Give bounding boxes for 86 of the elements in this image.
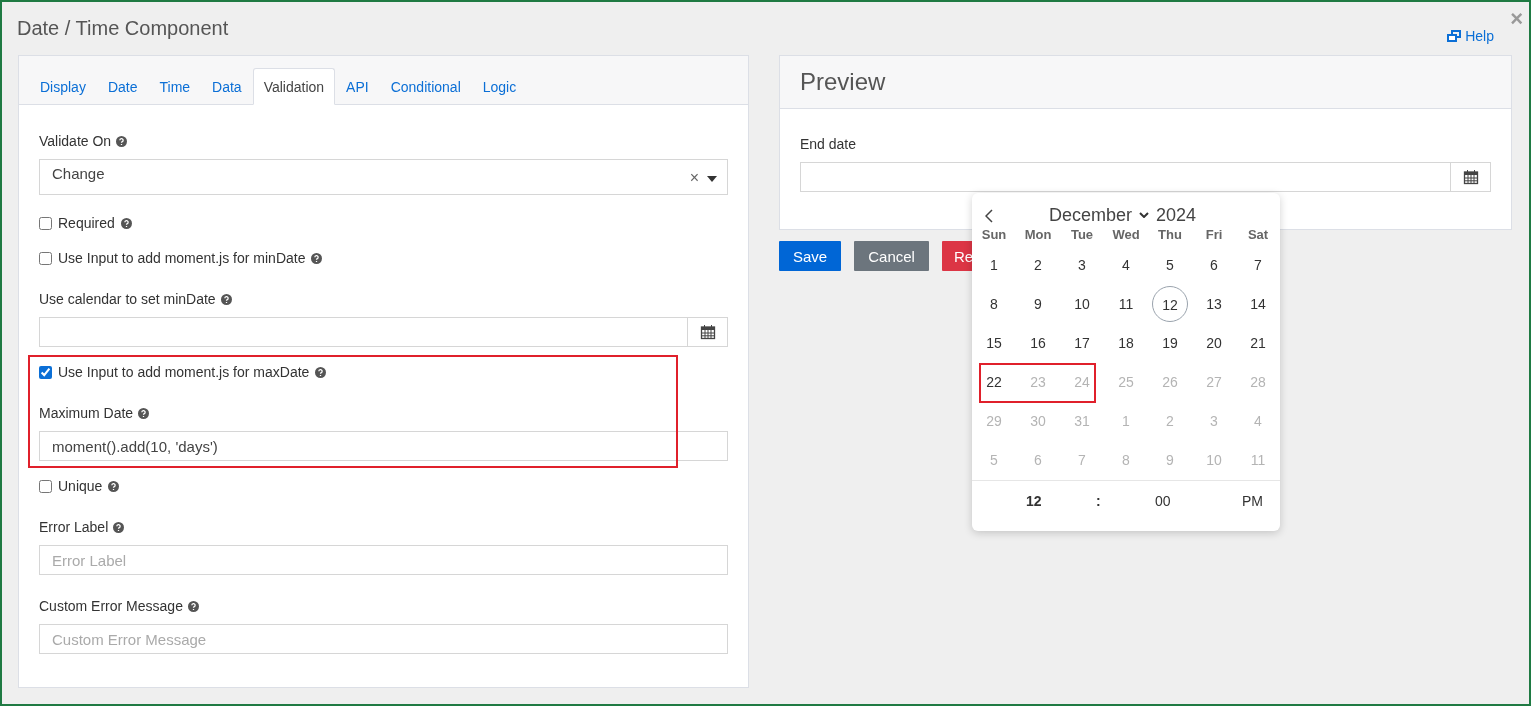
- field-label: Use calendar to set minDate: [39, 291, 216, 308]
- calendar-day[interactable]: 19: [1152, 324, 1188, 361]
- field-label: Validate On: [39, 133, 112, 150]
- help-icon[interactable]: [113, 522, 125, 533]
- calendar-day[interactable]: 6: [1196, 246, 1232, 283]
- action-button[interactable]: Save: [779, 241, 842, 271]
- action-button[interactable]: Re: [941, 241, 974, 271]
- calendar-day[interactable]: 8: [976, 285, 1012, 322]
- checkbox[interactable]: [39, 216, 52, 230]
- calendar-day[interactable]: 18: [1108, 324, 1144, 361]
- tab[interactable]: Data: [201, 68, 253, 105]
- year-field[interactable]: 2024: [1156, 204, 1197, 226]
- calendar-day[interactable]: 7: [1240, 246, 1276, 283]
- help-icon[interactable]: [108, 480, 120, 492]
- windows-icon: [1447, 30, 1462, 42]
- field-label: Custom Error Message: [39, 598, 183, 615]
- calendar-day[interactable]: 16: [1020, 324, 1056, 361]
- calendar-day[interactable]: 10: [1064, 285, 1100, 322]
- calendar-day[interactable]: 22: [976, 363, 1012, 400]
- minute-field[interactable]: 00: [1155, 493, 1171, 509]
- field-label: Maximum Date: [39, 405, 134, 422]
- weekday-label: Sat: [1246, 228, 1270, 242]
- text-input-field[interactable]: Error Label: [39, 545, 728, 575]
- help-icon[interactable]: [315, 366, 327, 378]
- calendar-day[interactable]: 9: [1020, 285, 1056, 322]
- window-title: Date / Time Component: [17, 17, 229, 40]
- text-input-field[interactable]: Custom Error Message: [39, 624, 728, 654]
- calendar-day[interactable]: 2: [1020, 246, 1056, 283]
- select-field[interactable]: Change: [52, 165, 690, 182]
- field-label: Error Label: [39, 519, 109, 536]
- date-input-field[interactable]: [39, 317, 688, 347]
- help-icon[interactable]: [120, 217, 132, 229]
- checkbox-label: Use Input to add moment.js for minDate: [58, 249, 306, 267]
- calendar-day[interactable]: 3: [1064, 246, 1100, 283]
- calendar-day[interactable]: 20: [1196, 324, 1232, 361]
- help-icon[interactable]: [138, 408, 150, 419]
- date-input-field[interactable]: [800, 162, 1451, 192]
- checkbox-label: Required: [58, 214, 115, 232]
- weekday-label: Fri: [1204, 228, 1224, 242]
- chevron-down-icon[interactable]: [1139, 212, 1150, 218]
- month-select[interactable]: December: [1049, 204, 1133, 226]
- previous-month-icon[interactable]: [985, 209, 993, 223]
- preview-title: Preview: [800, 68, 886, 95]
- calendar-day[interactable]: 14: [1240, 285, 1276, 322]
- calendar-day[interactable]: 5: [1152, 246, 1188, 283]
- time-separator: :: [1096, 493, 1101, 509]
- calendar-day[interactable]: 15: [976, 324, 1012, 361]
- calendar-icon: [1462, 169, 1479, 185]
- help-icon[interactable]: [187, 601, 199, 612]
- weekday-label: Sun: [980, 228, 1008, 242]
- checkbox-label: Unique: [58, 477, 103, 495]
- help-icon[interactable]: [220, 294, 232, 305]
- weekday-label: Thu: [1157, 228, 1183, 242]
- tab[interactable]: Date: [96, 68, 149, 105]
- am-pm-toggle[interactable]: PM: [1242, 493, 1263, 509]
- tab[interactable]: Logic: [471, 68, 528, 105]
- calendar-button[interactable]: [1451, 162, 1491, 192]
- calendar-button[interactable]: [688, 317, 728, 347]
- tab[interactable]: Conditional: [379, 68, 472, 105]
- dropdown-caret-icon[interactable]: [707, 176, 717, 182]
- clear-button[interactable]: ×: [689, 169, 699, 187]
- calendar-day[interactable]: 4: [1108, 246, 1144, 283]
- calendar-day[interactable]: 21: [1240, 324, 1276, 361]
- checkbox[interactable]: [39, 479, 52, 493]
- calendar-day[interactable]: 13: [1196, 285, 1232, 322]
- weekday-label: Tue: [1069, 228, 1095, 242]
- help-icon[interactable]: [116, 136, 128, 147]
- field-label: End date: [800, 136, 858, 153]
- help-link[interactable]: Help: [1447, 28, 1494, 44]
- weekday-label: Wed: [1111, 228, 1141, 242]
- text-input-field[interactable]: moment().add(10, 'days'): [39, 431, 728, 461]
- tab[interactable]: API: [335, 68, 380, 105]
- hour-field[interactable]: 12: [1026, 493, 1042, 509]
- checkbox[interactable]: [39, 251, 52, 265]
- calendar-day[interactable]: 1: [976, 246, 1012, 283]
- tab[interactable]: Validation: [252, 68, 336, 105]
- help-icon[interactable]: [311, 252, 323, 264]
- action-button[interactable]: Cancel: [854, 241, 929, 271]
- tab[interactable]: Time: [148, 68, 202, 105]
- weekday-label: Mon: [1023, 228, 1053, 242]
- calendar-icon: [699, 324, 716, 340]
- calendar-day[interactable]: 17: [1064, 324, 1100, 361]
- tab[interactable]: Display: [29, 68, 97, 105]
- calendar-day[interactable]: 11: [1108, 285, 1144, 322]
- checkbox-label: Use Input to add moment.js for maxDate: [58, 363, 310, 381]
- checkbox[interactable]: [39, 365, 52, 379]
